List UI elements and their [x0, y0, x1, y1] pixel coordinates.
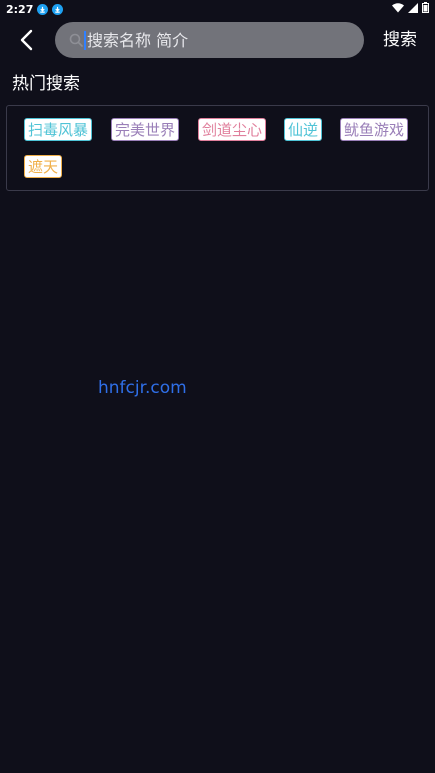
text-cursor	[84, 31, 86, 50]
download-icon	[52, 3, 64, 15]
hot-tag-3[interactable]: 剑道尘心	[198, 118, 267, 141]
wifi-icon	[392, 2, 404, 16]
signal-icon	[408, 2, 418, 16]
hot-tag-4[interactable]: 仙逆	[284, 118, 323, 141]
search-input[interactable]	[87, 25, 364, 55]
search-box[interactable]	[55, 22, 364, 58]
status-right	[392, 2, 429, 16]
download-icon	[37, 3, 49, 15]
search-icon	[69, 32, 85, 48]
status-time: 2:27	[6, 2, 34, 16]
battery-icon	[422, 2, 429, 16]
back-button[interactable]	[14, 28, 38, 52]
hot-search-title: 热门搜索	[12, 74, 80, 94]
hot-tag-1[interactable]: 扫毒风暴	[24, 118, 93, 141]
chevron-left-icon	[20, 29, 33, 51]
hot-tag-6[interactable]: 遮天	[24, 155, 63, 178]
status-bar: 2:27	[0, 0, 435, 18]
search-button[interactable]: 搜索	[383, 28, 417, 52]
status-left: 2:27	[6, 2, 64, 16]
hot-tag-5[interactable]: 鱿鱼游戏	[340, 118, 409, 141]
hot-tag-2[interactable]: 完美世界	[111, 118, 180, 141]
search-header: 搜索	[0, 22, 435, 59]
hot-search-panel: 扫毒风暴 完美世界 剑道尘心 仙逆 鱿鱼游戏 遮天	[6, 105, 429, 191]
watermark-text: hnfcjr.com	[98, 378, 187, 398]
